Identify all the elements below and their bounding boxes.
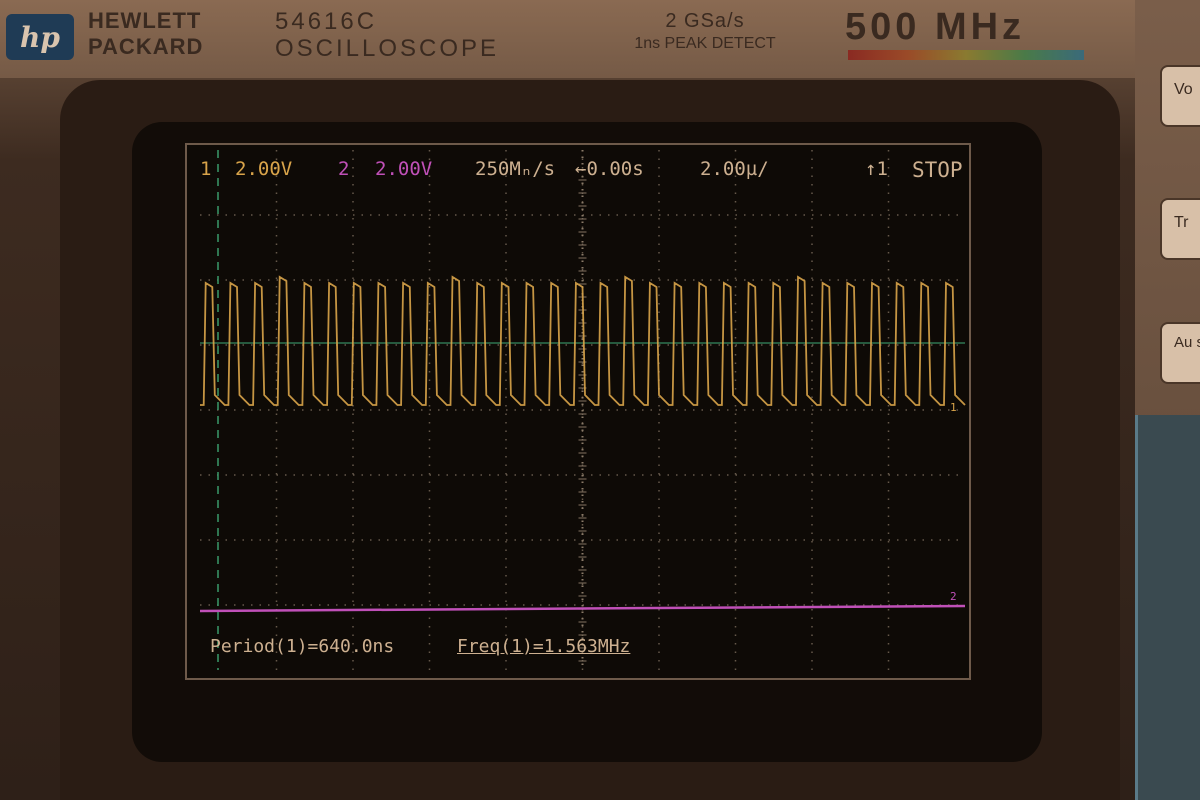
ch1-scale: 2.00V xyxy=(235,158,293,180)
run-state: STOP xyxy=(912,158,963,182)
voltage-button[interactable]: Vo xyxy=(1160,65,1200,127)
ch1-label: 1 xyxy=(200,158,212,180)
ch2-label: 2 xyxy=(338,158,350,180)
status-bar: 1 2.00V 2 2.00V 250Mₙ/s ←0.00s 2.00µ/ ↑1… xyxy=(200,158,970,188)
sample-rate-readout: 250Mₙ/s xyxy=(475,158,556,180)
freq-measurement: Freq(1)=1.563MHz xyxy=(457,636,631,657)
waveform-display: 12 xyxy=(199,150,966,670)
trace-button[interactable]: Tr xyxy=(1160,198,1200,260)
ch1-waveform xyxy=(200,275,966,406)
time-scale: 2.00µ/ xyxy=(700,158,769,180)
ch2-ground-marker: 2 xyxy=(950,590,957,603)
trace-button-label: Tr xyxy=(1174,214,1189,231)
voltage-button-label: Vo xyxy=(1174,81,1193,98)
ch1-ground-marker: 1 xyxy=(950,401,957,414)
time-offset: ←0.00s xyxy=(575,158,644,180)
trigger-indicator: ↑1 xyxy=(865,158,888,180)
autoscale-button-label: Au sc xyxy=(1174,334,1200,351)
period-measurement: Period(1)=640.0ns xyxy=(210,636,395,657)
ch2-scale: 2.00V xyxy=(375,158,433,180)
autoscale-button[interactable]: Au sc xyxy=(1160,322,1200,384)
side-accent-panel xyxy=(1135,415,1200,800)
